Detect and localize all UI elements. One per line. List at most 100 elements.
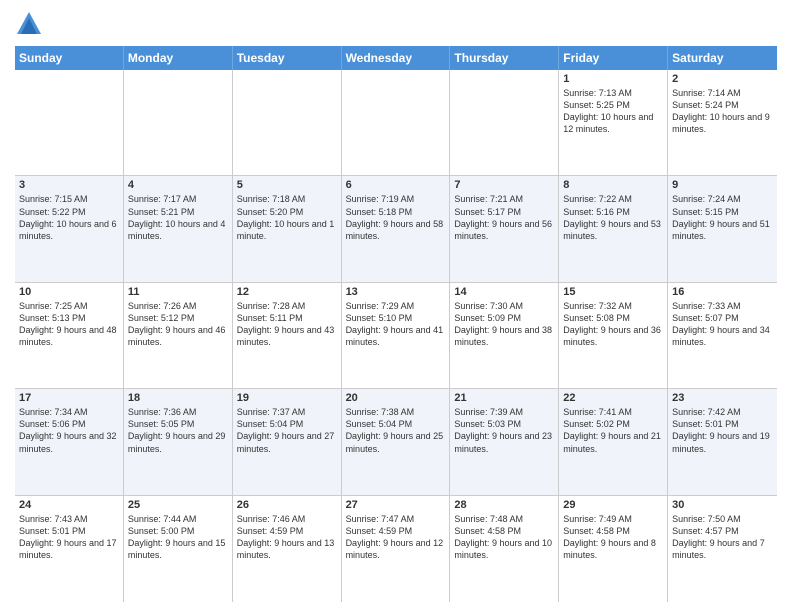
- day-number: 23: [672, 392, 773, 404]
- day-number: 12: [237, 286, 337, 298]
- cell-daylight-info: Sunrise: 7:38 AM Sunset: 5:04 PM Dayligh…: [346, 406, 446, 455]
- cell-daylight-info: Sunrise: 7:15 AM Sunset: 5:22 PM Dayligh…: [19, 193, 119, 242]
- cell-daylight-info: Sunrise: 7:18 AM Sunset: 5:20 PM Dayligh…: [237, 193, 337, 242]
- calendar-row-0: 1Sunrise: 7:13 AM Sunset: 5:25 PM Daylig…: [15, 70, 777, 176]
- calendar-cell: 14 Sunrise: 7:30 AM Sunset: 5:09 PM Dayli…: [450, 283, 559, 388]
- cell-daylight-info: Sunrise: 7:49 AM Sunset: 4:58 PM Dayligh…: [563, 513, 663, 562]
- calendar-cell: 23Sunrise: 7:42 AM Sunset: 5:01 PM Dayli…: [668, 389, 777, 494]
- cell-daylight-info: Sunrise: 7:34 AM Sunset: 5:06 PM Dayligh…: [19, 406, 119, 455]
- calendar-cell: 5 Sunrise: 7:18 AM Sunset: 5:20 PM Daylig…: [233, 176, 342, 281]
- calendar-cell: 26 Sunrise: 7:46 AM Sunset: 4:59 PM Dayli…: [233, 496, 342, 602]
- day-number: 9: [672, 179, 773, 191]
- day-number: 21: [454, 392, 554, 404]
- header-day-sunday: Sunday: [15, 46, 124, 70]
- calendar-cell: 22 Sunrise: 7:41 AM Sunset: 5:02 PM Dayli…: [559, 389, 668, 494]
- calendar-cell: 29 Sunrise: 7:49 AM Sunset: 4:58 PM Dayli…: [559, 496, 668, 602]
- header-day-wednesday: Wednesday: [342, 46, 451, 70]
- day-number: 28: [454, 499, 554, 511]
- header: [15, 10, 777, 38]
- calendar-cell: 27Sunrise: 7:47 AM Sunset: 4:59 PM Dayli…: [342, 496, 451, 602]
- cell-daylight-info: Sunrise: 7:28 AM Sunset: 5:11 PM Dayligh…: [237, 300, 337, 349]
- calendar-cell: 18 Sunrise: 7:36 AM Sunset: 5:05 PM Dayli…: [124, 389, 233, 494]
- cell-daylight-info: Sunrise: 7:46 AM Sunset: 4:59 PM Dayligh…: [237, 513, 337, 562]
- cell-daylight-info: Sunrise: 7:43 AM Sunset: 5:01 PM Dayligh…: [19, 513, 119, 562]
- cell-daylight-info: Sunrise: 7:33 AM Sunset: 5:07 PM Dayligh…: [672, 300, 773, 349]
- cell-daylight-info: Sunrise: 7:30 AM Sunset: 5:09 PM Dayligh…: [454, 300, 554, 349]
- calendar-cell: 28 Sunrise: 7:48 AM Sunset: 4:58 PM Dayli…: [450, 496, 559, 602]
- calendar-cell: 19 Sunrise: 7:37 AM Sunset: 5:04 PM Dayli…: [233, 389, 342, 494]
- day-number: 15: [563, 286, 663, 298]
- day-number: 29: [563, 499, 663, 511]
- day-number: 27: [346, 499, 446, 511]
- day-number: 2: [672, 73, 773, 85]
- day-number: 19: [237, 392, 337, 404]
- day-number: 22: [563, 392, 663, 404]
- day-number: 5: [237, 179, 337, 191]
- cell-daylight-info: Sunrise: 7:36 AM Sunset: 5:05 PM Dayligh…: [128, 406, 228, 455]
- calendar-cell: 15 Sunrise: 7:32 AM Sunset: 5:08 PM Dayli…: [559, 283, 668, 388]
- calendar-cell: 4 Sunrise: 7:17 AM Sunset: 5:21 PM Daylig…: [124, 176, 233, 281]
- header-day-thursday: Thursday: [450, 46, 559, 70]
- calendar-cell: 3 Sunrise: 7:15 AM Sunset: 5:22 PM Daylig…: [15, 176, 124, 281]
- cell-daylight-info: Sunrise: 7:44 AM Sunset: 5:00 PM Dayligh…: [128, 513, 228, 562]
- header-day-friday: Friday: [559, 46, 668, 70]
- day-number: 24: [19, 499, 119, 511]
- calendar-cell: 10 Sunrise: 7:25 AM Sunset: 5:13 PM Dayli…: [15, 283, 124, 388]
- page: SundayMondayTuesdayWednesdayThursdayFrid…: [0, 0, 792, 612]
- day-number: 4: [128, 179, 228, 191]
- header-day-saturday: Saturday: [668, 46, 777, 70]
- day-number: 3: [19, 179, 119, 191]
- day-number: 16: [672, 286, 773, 298]
- cell-daylight-info: Sunrise: 7:22 AM Sunset: 5:16 PM Dayligh…: [563, 193, 663, 242]
- day-number: 7: [454, 179, 554, 191]
- calendar-cell: [15, 70, 124, 175]
- cell-daylight-info: Sunrise: 7:25 AM Sunset: 5:13 PM Dayligh…: [19, 300, 119, 349]
- calendar-cell: 11 Sunrise: 7:26 AM Sunset: 5:12 PM Dayli…: [124, 283, 233, 388]
- day-number: 30: [672, 499, 773, 511]
- day-number: 14: [454, 286, 554, 298]
- cell-daylight-info: Sunrise: 7:37 AM Sunset: 5:04 PM Dayligh…: [237, 406, 337, 455]
- calendar-header: SundayMondayTuesdayWednesdayThursdayFrid…: [15, 46, 777, 70]
- calendar-cell: [450, 70, 559, 175]
- cell-daylight-info: Sunrise: 7:19 AM Sunset: 5:18 PM Dayligh…: [346, 193, 446, 242]
- calendar-cell: [124, 70, 233, 175]
- calendar-cell: 30 Sunrise: 7:50 AM Sunset: 4:57 PM Dayli…: [668, 496, 777, 602]
- calendar-cell: 2Sunrise: 7:14 AM Sunset: 5:24 PM Daylig…: [668, 70, 777, 175]
- calendar-cell: 25 Sunrise: 7:44 AM Sunset: 5:00 PM Dayli…: [124, 496, 233, 602]
- day-number: 8: [563, 179, 663, 191]
- day-number: 25: [128, 499, 228, 511]
- day-number: 17: [19, 392, 119, 404]
- calendar-cell: 17 Sunrise: 7:34 AM Sunset: 5:06 PM Dayli…: [15, 389, 124, 494]
- cell-daylight-info: Sunrise: 7:26 AM Sunset: 5:12 PM Dayligh…: [128, 300, 228, 349]
- day-number: 26: [237, 499, 337, 511]
- day-number: 13: [346, 286, 446, 298]
- header-day-monday: Monday: [124, 46, 233, 70]
- day-number: 6: [346, 179, 446, 191]
- cell-daylight-info: Sunrise: 7:17 AM Sunset: 5:21 PM Dayligh…: [128, 193, 228, 242]
- cell-daylight-info: Sunrise: 7:41 AM Sunset: 5:02 PM Dayligh…: [563, 406, 663, 455]
- calendar-body: 1Sunrise: 7:13 AM Sunset: 5:25 PM Daylig…: [15, 70, 777, 602]
- cell-daylight-info: Sunrise: 7:48 AM Sunset: 4:58 PM Dayligh…: [454, 513, 554, 562]
- header-day-tuesday: Tuesday: [233, 46, 342, 70]
- calendar-cell: 6 Sunrise: 7:19 AM Sunset: 5:18 PM Daylig…: [342, 176, 451, 281]
- cell-daylight-info: Sunrise: 7:50 AM Sunset: 4:57 PM Dayligh…: [672, 513, 773, 562]
- calendar-row-2: 10 Sunrise: 7:25 AM Sunset: 5:13 PM Dayli…: [15, 283, 777, 389]
- cell-daylight-info: Sunrise: 7:29 AM Sunset: 5:10 PM Dayligh…: [346, 300, 446, 349]
- cell-daylight-info: Sunrise: 7:32 AM Sunset: 5:08 PM Dayligh…: [563, 300, 663, 349]
- day-number: 11: [128, 286, 228, 298]
- calendar-cell: 24 Sunrise: 7:43 AM Sunset: 5:01 PM Dayli…: [15, 496, 124, 602]
- calendar-cell: 20 Sunrise: 7:38 AM Sunset: 5:04 PM Dayli…: [342, 389, 451, 494]
- calendar-cell: 16 Sunrise: 7:33 AM Sunset: 5:07 PM Dayli…: [668, 283, 777, 388]
- calendar-cell: [342, 70, 451, 175]
- calendar: SundayMondayTuesdayWednesdayThursdayFrid…: [15, 46, 777, 602]
- calendar-cell: 8 Sunrise: 7:22 AM Sunset: 5:16 PM Daylig…: [559, 176, 668, 281]
- calendar-cell: 21 Sunrise: 7:39 AM Sunset: 5:03 PM Dayli…: [450, 389, 559, 494]
- day-number: 18: [128, 392, 228, 404]
- calendar-cell: 9Sunrise: 7:24 AM Sunset: 5:15 PM Daylig…: [668, 176, 777, 281]
- day-number: 20: [346, 392, 446, 404]
- calendar-row-4: 24 Sunrise: 7:43 AM Sunset: 5:01 PM Dayli…: [15, 496, 777, 602]
- cell-daylight-info: Sunrise: 7:39 AM Sunset: 5:03 PM Dayligh…: [454, 406, 554, 455]
- day-number: 10: [19, 286, 119, 298]
- calendar-row-1: 3 Sunrise: 7:15 AM Sunset: 5:22 PM Daylig…: [15, 176, 777, 282]
- day-number: 1: [563, 73, 663, 85]
